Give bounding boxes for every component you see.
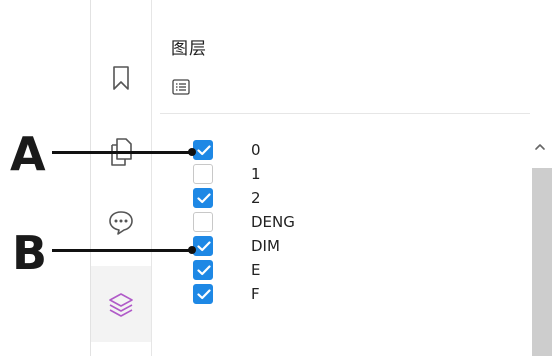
callout-b-dot: [188, 246, 196, 254]
layer-checkbox[interactable]: [193, 188, 213, 208]
layer-name: 1: [251, 165, 261, 183]
layer-row-6[interactable]: F: [160, 280, 500, 306]
scroll-up-arrow-icon[interactable]: [532, 140, 548, 154]
layer-name: DIM: [251, 237, 280, 255]
callout-b-line: [52, 249, 192, 252]
navigation-rail: [90, 0, 152, 356]
checkmark-icon: [197, 145, 211, 156]
layer-name: F: [251, 285, 260, 303]
layer-name: 2: [251, 189, 261, 207]
layer-row-2[interactable]: 2: [160, 184, 500, 210]
layer-row-4[interactable]: DIM: [160, 232, 500, 258]
callout-a-line: [52, 151, 192, 154]
layer-row-3[interactable]: DENG: [160, 208, 500, 234]
layer-checkbox[interactable]: [193, 212, 213, 232]
bookmarks-rail-button[interactable]: [91, 50, 151, 106]
layer-name: DENG: [251, 213, 295, 231]
layers-icon: [109, 293, 133, 317]
callout-a-dot: [188, 148, 196, 156]
checkmark-icon: [197, 265, 211, 276]
comment-icon: [109, 211, 133, 235]
callout-b-label: B: [12, 226, 48, 280]
layer-row-0[interactable]: 0: [160, 136, 500, 162]
layer-checkbox[interactable]: [193, 140, 213, 160]
layer-row-5[interactable]: E: [160, 256, 500, 282]
layers-panel-screenshot: 图层 0 1 2 DENG DIM E F A B: [0, 0, 552, 356]
checkmark-icon: [197, 241, 211, 252]
callout-a-label: A: [10, 127, 46, 181]
layer-checkbox[interactable]: [193, 284, 213, 304]
checkmark-icon: [197, 193, 211, 204]
layer-checkbox[interactable]: [193, 236, 213, 256]
layer-name: 0: [251, 141, 261, 159]
layer-checkbox[interactable]: [193, 260, 213, 280]
comments-rail-button[interactable]: [91, 194, 151, 250]
layer-name: E: [251, 261, 261, 279]
layer-row-1[interactable]: 1: [160, 160, 500, 186]
checkmark-icon: [197, 289, 211, 300]
layer-checkbox[interactable]: [193, 164, 213, 184]
layers-rail-button[interactable]: [91, 266, 151, 342]
bookmark-icon: [113, 66, 129, 90]
panel-divider: [160, 113, 530, 114]
list-icon[interactable]: [172, 79, 190, 95]
scrollbar-thumb[interactable]: [532, 168, 552, 356]
panel-title: 图层: [171, 39, 207, 59]
